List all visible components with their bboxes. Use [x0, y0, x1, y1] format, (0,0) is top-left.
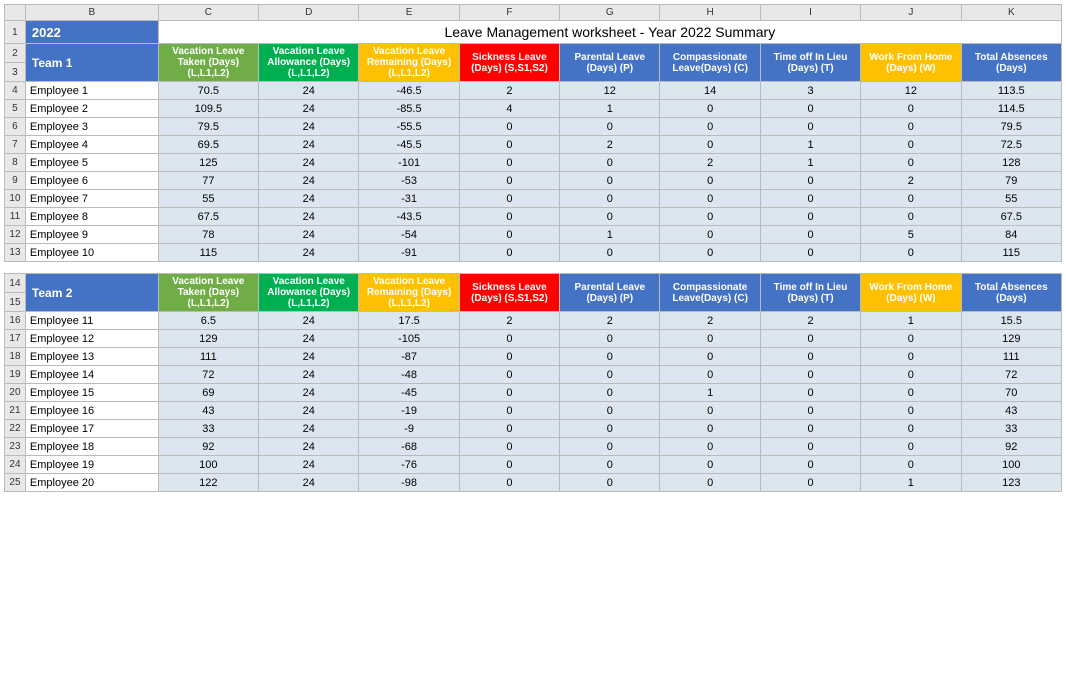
- col-header-sickness: Sickness Leave (Days) (S,S1,S2): [459, 44, 559, 82]
- col-header-tol-t2: Time off In Lieu (Days) (T): [760, 274, 860, 312]
- year-cell: 2022: [25, 21, 158, 44]
- table-row: 12 Employee 9 78 24 -54 0 1 0 0 5 84: [5, 226, 1062, 244]
- table-row: 4 Employee 1 70.5 24 -46.5 2 12 14 3 12 …: [5, 82, 1062, 100]
- table-row: 8 Employee 5 125 24 -101 0 0 2 1 0 128: [5, 154, 1062, 172]
- table-row: 6 Employee 3 79.5 24 -55.5 0 0 0 0 0 79.…: [5, 118, 1062, 136]
- col-header-parental-t2: Parental Leave (Days) (P): [560, 274, 660, 312]
- col-header-vac-allowance-t2: Vacation Leave Allowance (Days)(L,L1,L2): [259, 274, 359, 312]
- table-row: 17 Employee 12 129 24 -105 0 0 0 0 0 129: [5, 330, 1062, 348]
- table-row: 10 Employee 7 55 24 -31 0 0 0 0 0 55: [5, 190, 1062, 208]
- team2-header-row: 14 Team 2 Vacation Leave Taken (Days)(L,…: [5, 274, 1062, 293]
- table-row: 21 Employee 16 43 24 -19 0 0 0 0 0 43: [5, 402, 1062, 420]
- table-row: 25 Employee 20 122 24 -98 0 0 0 0 1 123: [5, 474, 1062, 492]
- col-header-sickness-t2: Sickness Leave (Days) (S,S1,S2): [459, 274, 559, 312]
- col-header-vac-taken: Vacation Leave Taken (Days)(L,L1,L2): [158, 44, 258, 82]
- table-row: 23 Employee 18 92 24 -68 0 0 0 0 0 92: [5, 438, 1062, 456]
- col-header-vac-allowance: Vacation Leave Allowance (Days)(L,L1,L2): [259, 44, 359, 82]
- title-row: 1 2022 Leave Management worksheet - Year…: [5, 21, 1062, 44]
- table-row: 7 Employee 4 69.5 24 -45.5 0 2 0 1 0 72.…: [5, 136, 1062, 154]
- col-header-total: Total Absences (Days): [961, 44, 1061, 82]
- col-letters-row: B C D E F G H I J K: [5, 5, 1062, 21]
- col-header-wfh-t2: Work From Home (Days) (W): [861, 274, 961, 312]
- col-header-tol: Time off In Lieu (Days) (T): [760, 44, 860, 82]
- col-header-total-t2: Total Absences (Days): [961, 274, 1061, 312]
- table-row: 18 Employee 13 111 24 -87 0 0 0 0 0 111: [5, 348, 1062, 366]
- spacer-row: [5, 262, 1062, 274]
- table-row: 19 Employee 14 72 24 -48 0 0 0 0 0 72: [5, 366, 1062, 384]
- col-header-vac-taken-t2: Vacation Leave Taken (Days)(L,L1,L2): [158, 274, 258, 312]
- table-row: 5 Employee 2 109.5 24 -85.5 4 1 0 0 0 11…: [5, 100, 1062, 118]
- col-header-vac-remaining-t2: Vacation Leave Remaining (Days)(L,L1,L2): [359, 274, 459, 312]
- col-header-vac-remaining: Vacation Leave Remaining (Days)(L,L1,L2): [359, 44, 459, 82]
- team1-header-row: 2 Team 1 Vacation Leave Taken (Days)(L,L…: [5, 44, 1062, 63]
- table-row: 9 Employee 6 77 24 -53 0 0 0 0 2 79: [5, 172, 1062, 190]
- page-title: Leave Management worksheet - Year 2022 S…: [158, 21, 1061, 44]
- table-row: 24 Employee 19 100 24 -76 0 0 0 0 0 100: [5, 456, 1062, 474]
- team1-label: Team 1: [25, 44, 158, 82]
- col-header-wfh: Work From Home (Days) (W): [861, 44, 961, 82]
- table-row: 20 Employee 15 69 24 -45 0 0 1 0 0 70: [5, 384, 1062, 402]
- team2-label: Team 2: [25, 274, 158, 312]
- col-header-compassionate-t2: Compassionate Leave(Days) (C): [660, 274, 760, 312]
- col-header-compassionate: Compassionate Leave(Days) (C): [660, 44, 760, 82]
- table-row: 11 Employee 8 67.5 24 -43.5 0 0 0 0 0 67…: [5, 208, 1062, 226]
- col-header-parental: Parental Leave (Days) (P): [560, 44, 660, 82]
- table-row: 13 Employee 10 115 24 -91 0 0 0 0 0 115: [5, 244, 1062, 262]
- spreadsheet: B C D E F G H I J K 1 2022 Leave Managem…: [4, 4, 1062, 492]
- table-row: 16 Employee 11 6.5 24 17.5 2 2 2 2 1 15.…: [5, 312, 1062, 330]
- table-row: 22 Employee 17 33 24 -9 0 0 0 0 0 33: [5, 420, 1062, 438]
